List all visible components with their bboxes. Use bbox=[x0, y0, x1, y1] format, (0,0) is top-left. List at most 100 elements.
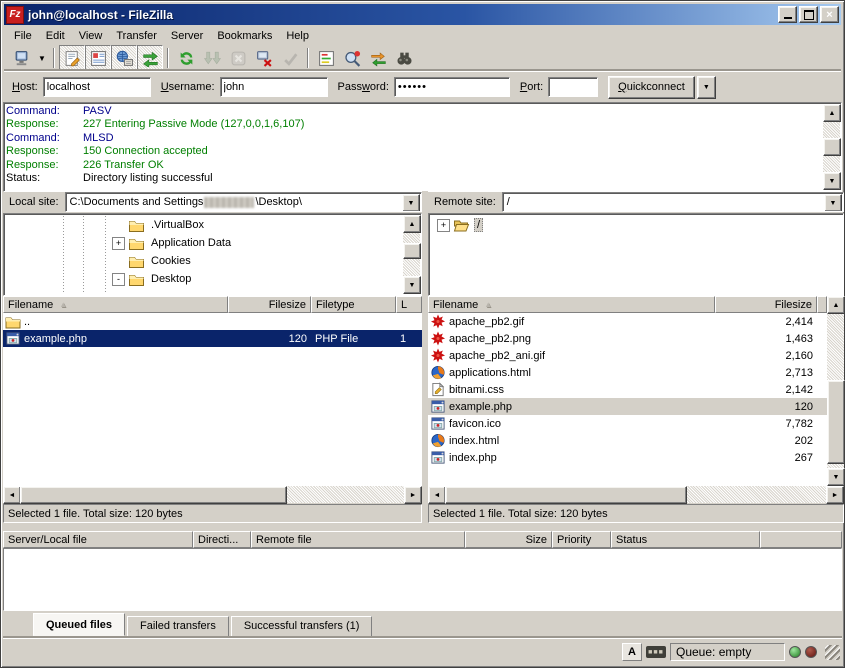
scroll-left-icon[interactable]: ◄ bbox=[428, 486, 446, 504]
column-header-direction[interactable]: Directi... bbox=[193, 531, 251, 548]
local-tree-vscrollbar[interactable]: ▲ ▼ bbox=[403, 215, 420, 294]
file-row-parent-dir[interactable]: .. bbox=[3, 313, 422, 330]
directory-comparison-icon[interactable] bbox=[339, 45, 365, 71]
redacted-username bbox=[204, 197, 254, 208]
username-label: Username: bbox=[161, 81, 215, 93]
file-row-example-php[interactable]: example.php 120 PHP File 1 bbox=[3, 330, 422, 347]
combo-dropdown-icon[interactable]: ▼ bbox=[402, 194, 420, 212]
column-header-filesize[interactable]: Filesize bbox=[228, 296, 311, 313]
directory-filters-icon[interactable] bbox=[313, 45, 339, 71]
scroll-left-icon[interactable]: ◄ bbox=[3, 486, 21, 504]
site-manager-icon[interactable] bbox=[8, 45, 34, 71]
log-vscrollbar[interactable]: ▲ ▼ bbox=[823, 104, 840, 190]
menu-transfer[interactable]: Transfer bbox=[109, 28, 164, 44]
file-row[interactable]: index.php267 bbox=[428, 449, 827, 466]
toggle-local-tree-icon[interactable] bbox=[85, 45, 111, 71]
menu-file[interactable]: File bbox=[7, 28, 39, 44]
column-header-status[interactable]: Status bbox=[611, 531, 760, 548]
find-files-icon[interactable] bbox=[391, 45, 417, 71]
collapse-icon[interactable]: - bbox=[112, 273, 125, 286]
synchronized-browsing-icon[interactable] bbox=[365, 45, 391, 71]
remote-list-vscrollbar[interactable]: ▲ ▼ bbox=[827, 296, 844, 486]
local-list-hscrollbar[interactable]: ◄ ► bbox=[3, 486, 422, 503]
quickconnect-bar: Host: Username: Password: Port: Quickcon… bbox=[4, 71, 841, 102]
process-queue-icon[interactable] bbox=[199, 45, 225, 71]
site-manager-dropdown-icon[interactable]: ▼ bbox=[34, 45, 49, 71]
column-header-modified[interactable]: L bbox=[396, 296, 422, 313]
menu-bookmarks[interactable]: Bookmarks bbox=[210, 28, 279, 44]
close-button[interactable]: × bbox=[820, 6, 839, 23]
column-header-remote-file[interactable]: Remote file bbox=[251, 531, 465, 548]
column-header-priority[interactable]: Priority bbox=[552, 531, 611, 548]
column-header-server-local-file[interactable]: Server/Local file bbox=[3, 531, 193, 548]
file-row[interactable]: apache_pb2.gif2,414 bbox=[428, 313, 827, 330]
menu-server[interactable]: Server bbox=[164, 28, 210, 44]
column-header-filename[interactable]: Filename▲ bbox=[428, 296, 715, 313]
port-input[interactable] bbox=[548, 77, 598, 97]
title-bar: Fz john@localhost - FileZilla × bbox=[4, 4, 841, 25]
toolbar: ▼ bbox=[4, 45, 841, 71]
scroll-down-icon[interactable]: ▼ bbox=[823, 172, 841, 190]
file-row[interactable]: bitnami.css2,142 bbox=[428, 381, 827, 398]
remote-site-panel: Remote site: / ▼ + / bbox=[428, 191, 844, 296]
column-header-filename[interactable]: Filename▲ bbox=[3, 296, 228, 313]
log-line: Response:226 Transfer OK bbox=[6, 159, 822, 172]
local-path-combobox[interactable]: C:\Documents and Settings\Desktop\ ▼ bbox=[65, 192, 422, 212]
file-row-selected[interactable]: example.php120 bbox=[428, 398, 827, 415]
scroll-down-icon[interactable]: ▼ bbox=[403, 276, 421, 294]
minimize-button[interactable] bbox=[778, 6, 797, 23]
tab-failed-transfers[interactable]: Failed transfers bbox=[127, 616, 229, 637]
tree-item-application-data[interactable]: +Application Data bbox=[6, 234, 403, 252]
maximize-button[interactable] bbox=[799, 6, 818, 23]
file-row[interactable]: apache_pb2_ani.gif2,160 bbox=[428, 347, 827, 364]
host-input[interactable] bbox=[43, 77, 151, 97]
toggle-transfer-queue-icon[interactable] bbox=[137, 45, 163, 71]
scrollbar-thumb[interactable] bbox=[823, 138, 841, 156]
scroll-up-icon[interactable]: ▲ bbox=[827, 296, 845, 314]
expand-icon[interactable]: + bbox=[112, 237, 125, 250]
local-tree-items: .VirtualBox +Application Data Cookies -D… bbox=[6, 216, 403, 293]
remote-path-combobox[interactable]: / ▼ bbox=[502, 192, 844, 212]
file-row[interactable]: apache_pb2.png1,463 bbox=[428, 330, 827, 347]
scroll-up-icon[interactable]: ▲ bbox=[823, 104, 841, 122]
expand-icon[interactable]: + bbox=[437, 219, 450, 232]
scrollbar-thumb[interactable] bbox=[403, 243, 421, 259]
username-input[interactable] bbox=[220, 77, 328, 97]
remote-list-hscrollbar[interactable]: ◄ ► bbox=[428, 486, 844, 503]
reconnect-icon[interactable] bbox=[277, 45, 303, 71]
scrollbar-thumb[interactable] bbox=[445, 486, 687, 504]
column-header-filesize[interactable]: Filesize bbox=[715, 296, 817, 313]
file-row[interactable]: favicon.ico7,782 bbox=[428, 415, 827, 432]
combo-dropdown-icon[interactable]: ▼ bbox=[824, 194, 842, 212]
transfer-type-indicator-icon[interactable]: A bbox=[622, 643, 642, 661]
file-row[interactable]: applications.html2,713 bbox=[428, 364, 827, 381]
tab-queued-files[interactable]: Queued files bbox=[33, 613, 125, 636]
toggle-message-log-icon[interactable] bbox=[59, 45, 85, 71]
tree-item-cookies[interactable]: Cookies bbox=[6, 252, 403, 270]
scroll-right-icon[interactable]: ► bbox=[826, 486, 844, 504]
toggle-remote-tree-icon[interactable] bbox=[111, 45, 137, 71]
file-row[interactable]: index.html202 bbox=[428, 432, 827, 449]
menu-edit[interactable]: Edit bbox=[39, 28, 72, 44]
tree-item-desktop[interactable]: -Desktop bbox=[6, 270, 403, 288]
scrollbar-thumb[interactable] bbox=[827, 380, 845, 464]
resize-grip[interactable] bbox=[825, 645, 840, 660]
refresh-icon[interactable] bbox=[173, 45, 199, 71]
tree-item-root[interactable]: + / bbox=[429, 216, 843, 234]
encryption-indicator-icon[interactable]: ■■■ bbox=[646, 646, 666, 658]
scroll-up-icon[interactable]: ▲ bbox=[403, 215, 421, 233]
disconnect-icon[interactable] bbox=[251, 45, 277, 71]
column-header-size[interactable]: Size bbox=[465, 531, 552, 548]
tab-successful-transfers[interactable]: Successful transfers (1) bbox=[231, 616, 373, 637]
menu-help[interactable]: Help bbox=[279, 28, 316, 44]
scroll-down-icon[interactable]: ▼ bbox=[827, 468, 845, 486]
quickconnect-dropdown-icon[interactable]: ▼ bbox=[697, 76, 716, 99]
scroll-right-icon[interactable]: ► bbox=[404, 486, 422, 504]
menu-view[interactable]: View bbox=[72, 28, 110, 44]
column-header-filetype[interactable]: Filetype bbox=[311, 296, 396, 313]
scrollbar-thumb[interactable] bbox=[20, 486, 287, 504]
tree-item-virtualbox[interactable]: .VirtualBox bbox=[6, 216, 403, 234]
cancel-operation-icon[interactable] bbox=[225, 45, 251, 71]
password-input[interactable] bbox=[394, 77, 510, 97]
quickconnect-button[interactable]: Quickconnect bbox=[608, 76, 695, 99]
